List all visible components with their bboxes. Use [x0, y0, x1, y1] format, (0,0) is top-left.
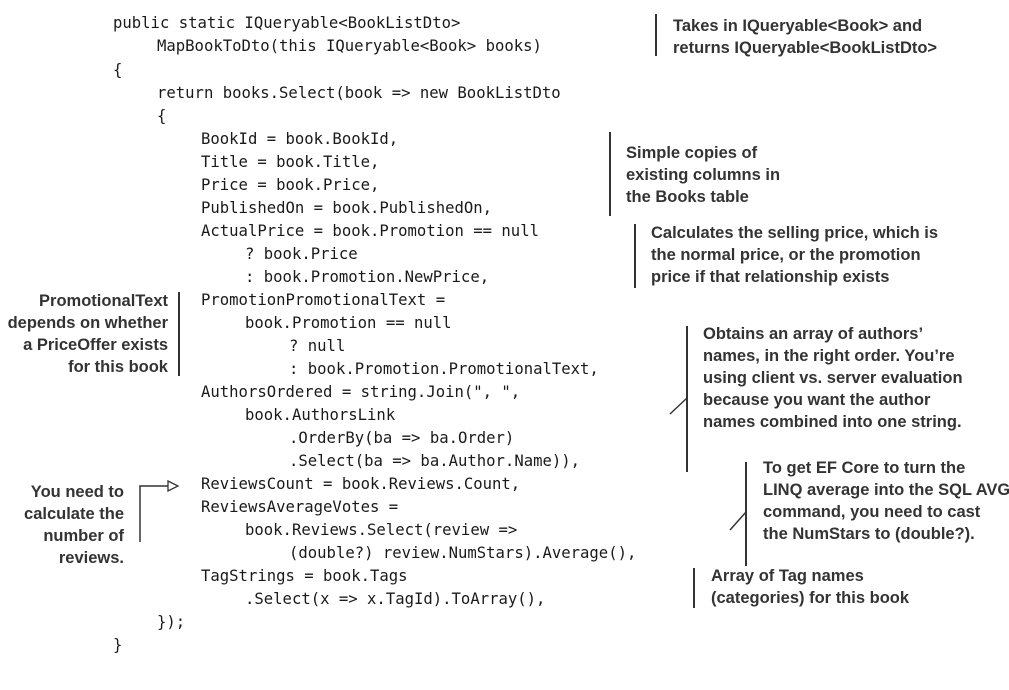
note-line: Simple copies of — [626, 144, 758, 162]
code-annotation-figure: public static IQueryable<BookListDto> Ma… — [0, 0, 1009, 661]
note-line: because you want the author — [703, 391, 931, 409]
note-authors: Obtains an array of authors’ names, in t… — [703, 323, 963, 433]
note-line: names, in the right order. You’re — [703, 347, 955, 365]
note-line: Array of Tag names — [711, 567, 864, 585]
note-line: To get EF Core to turn the — [763, 459, 966, 477]
note-line: PromotionalText — [39, 292, 168, 310]
note-mapping: Takes in IQueryable<Book> and returns IQ… — [673, 15, 937, 59]
note-reviews-count: You need to calculate the number of revi… — [0, 481, 124, 569]
note-line: names combined into one string. — [703, 413, 962, 431]
note-line: You need to — [30, 483, 124, 501]
note-line: Obtains an array of authors’ — [703, 325, 924, 343]
note-line: the NumStars to (double?). — [763, 525, 975, 543]
note-line: reviews. — [58, 549, 124, 567]
note-line: Takes in IQueryable<Book> and — [673, 17, 923, 35]
note-line: (categories) for this book — [711, 589, 910, 607]
note-actual-price: Calculates the selling price, which is t… — [651, 222, 938, 288]
note-line: for this book — [68, 358, 168, 376]
note-simple-copies: Simple copies of existing columns in the… — [626, 142, 780, 208]
note-line: LINQ average into the SQL AVG — [763, 481, 1009, 499]
note-tags: Array of Tag names (categories) for this… — [711, 565, 909, 609]
note-line: depends on whether — [7, 314, 168, 332]
note-line: command, you need to cast — [763, 503, 981, 521]
note-line: the Books table — [626, 188, 749, 206]
note-line: the normal price, or the promotion — [651, 246, 921, 264]
note-line: number of — [43, 527, 124, 545]
note-line: Calculates the selling price, which is — [651, 224, 939, 242]
note-avg: To get EF Core to turn the LINQ average … — [763, 457, 1009, 545]
note-line: existing columns in — [626, 166, 781, 184]
note-line: returns IQueryable<BookListDto> — [673, 39, 938, 57]
note-line: price if that relationship exists — [651, 268, 890, 286]
note-line: calculate the — [24, 505, 124, 523]
note-line: a PriceOffer exists — [23, 336, 168, 354]
note-promo-text: PromotionalText depends on whether a Pri… — [0, 290, 168, 378]
note-line: using client vs. server evaluation — [703, 369, 963, 387]
